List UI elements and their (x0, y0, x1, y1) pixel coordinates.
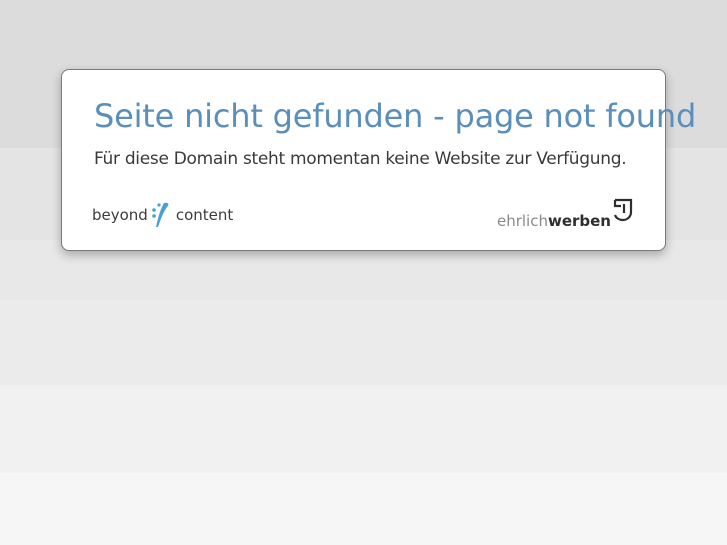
ehrlichwerben-mark-icon (613, 198, 633, 222)
page-message: Für diese Domain steht momentan keine We… (94, 149, 627, 169)
not-found-card: Seite nicht gefunden - page not found Fü… (61, 69, 696, 251)
beyond-content-logo: beyond content (92, 200, 233, 230)
ehrlichwerben-logo: ehrlich werben (497, 194, 633, 230)
splash-icon (150, 200, 174, 230)
logo-right-light-text: ehrlich (496, 212, 548, 230)
background-band (0, 473, 727, 545)
background-band (0, 385, 727, 473)
logo-left-word2: content (175, 206, 234, 224)
page-title: Seite nicht gefunden - page not found (94, 97, 697, 135)
logo-left-word1: beyond (92, 206, 148, 224)
logo-right-bold-text: werben (547, 212, 611, 230)
background-band (0, 300, 727, 385)
